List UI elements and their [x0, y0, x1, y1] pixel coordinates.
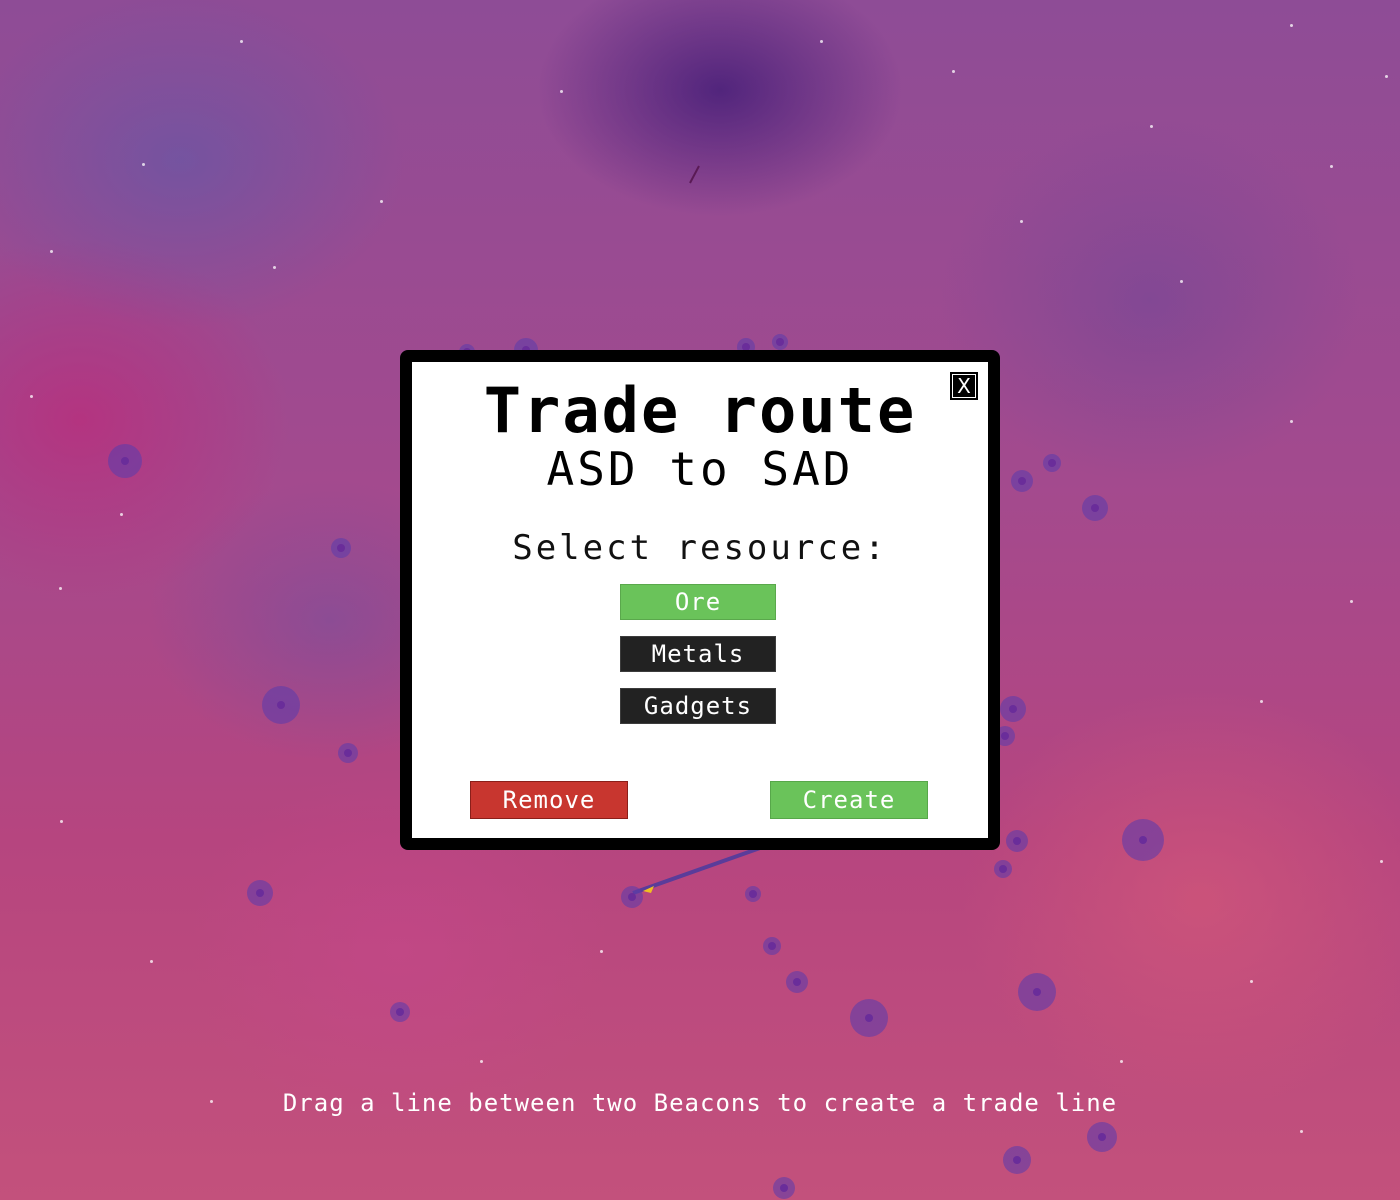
star [1290, 24, 1293, 27]
star [1180, 280, 1183, 283]
beacon[interactable] [786, 971, 808, 993]
beacon[interactable] [390, 1002, 410, 1022]
beacon-core [396, 1008, 404, 1016]
star [560, 90, 563, 93]
beacon-core [780, 1184, 788, 1192]
beacon[interactable] [108, 444, 142, 478]
dialog-title: Trade route [483, 374, 917, 447]
trade-route-dialog: X Trade route ASD to SAD Select resource… [400, 350, 1000, 850]
beacon[interactable] [1018, 973, 1056, 1011]
beacon[interactable] [745, 886, 761, 902]
star [1150, 125, 1153, 128]
star [1330, 165, 1333, 168]
beacon-core [337, 544, 345, 552]
beacon[interactable] [1006, 830, 1028, 852]
star [1260, 700, 1263, 703]
beacon-core [121, 457, 129, 465]
star [380, 200, 383, 203]
star [1120, 1060, 1123, 1063]
beacon-core [1013, 1156, 1021, 1164]
beacon-core [865, 1014, 873, 1022]
beacon-core [793, 978, 801, 986]
star [952, 70, 955, 73]
resource-metals-button[interactable]: Metals [620, 636, 776, 672]
star [1380, 860, 1383, 863]
resource-ore-button[interactable]: Ore [620, 584, 776, 620]
star [150, 960, 153, 963]
star [60, 820, 63, 823]
ship-streak [689, 165, 700, 184]
remove-button[interactable]: Remove [470, 781, 628, 819]
star [600, 950, 603, 953]
create-button[interactable]: Create [770, 781, 928, 819]
instruction-hint: Drag a line between two Beacons to creat… [282, 1089, 1118, 1117]
beacon-core [1091, 504, 1099, 512]
beacon-core [1013, 837, 1021, 845]
beacon-core [768, 942, 776, 950]
beacon-core [1018, 477, 1026, 485]
beacon[interactable] [994, 860, 1012, 878]
route-endpoints: ASD to SAD [546, 442, 854, 496]
star [1290, 420, 1293, 423]
resource-gadgets-button[interactable]: Gadgets [620, 688, 776, 724]
beacon-core [344, 749, 352, 757]
beacon[interactable] [1087, 1122, 1117, 1152]
star [120, 513, 123, 516]
star [1250, 980, 1253, 983]
star [50, 250, 53, 253]
beacon-core [256, 889, 264, 897]
beacon[interactable] [773, 1177, 795, 1199]
beacon[interactable] [772, 334, 788, 350]
beacon-core [749, 890, 757, 898]
star [1350, 600, 1353, 603]
star [480, 1060, 483, 1063]
star [820, 40, 823, 43]
star [1020, 220, 1023, 223]
beacon[interactable] [1082, 495, 1108, 521]
beacon[interactable] [1011, 470, 1033, 492]
beacon[interactable] [763, 937, 781, 955]
beacon-core [1098, 1133, 1106, 1141]
star [142, 163, 145, 166]
star [1385, 75, 1388, 78]
beacon[interactable] [621, 886, 643, 908]
beacon[interactable] [1043, 454, 1061, 472]
star [1300, 1130, 1303, 1133]
star [273, 266, 276, 269]
beacon[interactable] [331, 538, 351, 558]
star [240, 40, 243, 43]
beacon-core [628, 893, 636, 901]
beacon[interactable] [247, 880, 273, 906]
beacon[interactable] [262, 686, 300, 724]
star [59, 587, 62, 590]
beacon[interactable] [338, 743, 358, 763]
dialog-body: X Trade route ASD to SAD Select resource… [412, 362, 988, 838]
beacon[interactable] [1122, 819, 1164, 861]
beacon-core [1033, 988, 1041, 996]
beacon-core [776, 338, 784, 346]
beacon-core [1001, 732, 1009, 740]
star [30, 395, 33, 398]
beacon-core [999, 865, 1007, 873]
resource-prompt: Select resource: [512, 528, 888, 568]
beacon-core [1048, 459, 1056, 467]
beacon-core [277, 701, 285, 709]
beacon-core [1139, 836, 1147, 844]
beacon-core [1009, 705, 1017, 713]
beacon[interactable] [850, 999, 888, 1037]
beacon[interactable] [1003, 1146, 1031, 1174]
trade-line [632, 846, 761, 895]
beacon[interactable] [1000, 696, 1026, 722]
